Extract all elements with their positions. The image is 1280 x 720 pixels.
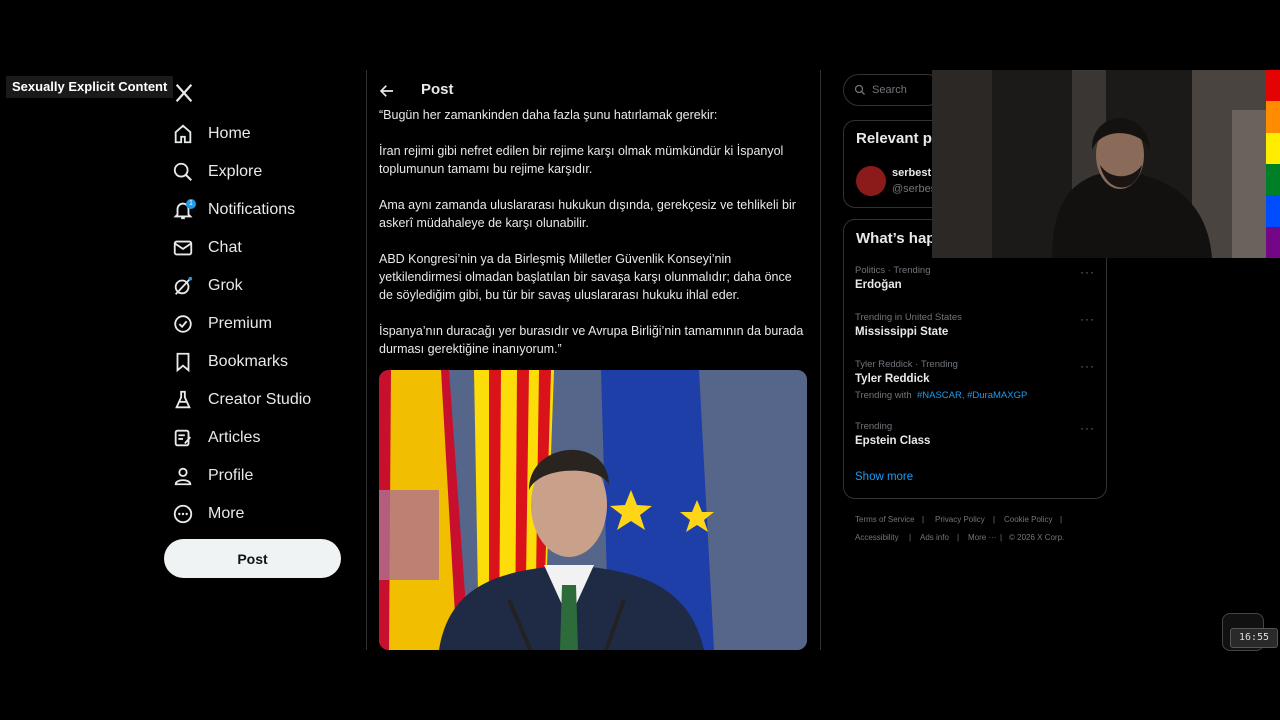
person-icon [174,467,192,486]
post-paragraph: Ama aynı zamanda uluslararası hukukun dı… [379,198,796,230]
post-paragraph: İspanya’nın duracağı yer burasıdır ve Av… [379,324,804,356]
post-paragraph: İran rejimi gibi nefret edilen bir rejim… [379,144,784,176]
bookmark-icon [176,352,190,373]
nav-label-bookmarks: Bookmarks [208,353,289,370]
trend-context: Tyler Reddick · Trending [855,359,958,370]
content-warning-label: Sexually Explicit Content [6,76,174,98]
rainbow-band [1266,70,1280,102]
rainbow-band [1266,163,1280,196]
trend-with-line: Trending with #NASCAR, #DuraMAXGP [855,390,1028,401]
post-paragraph: “Bugün her zamankinden daha fazla şunu h… [379,108,718,122]
post-button[interactable]: Post [164,539,341,578]
search-input[interactable]: Search [843,74,943,106]
footer-copyright: © 2026 X Corp. [1009,533,1065,542]
nav-label-articles: Articles [208,429,261,446]
footer-link-accessibility[interactable]: Accessibility [855,533,899,542]
footer-link-ads[interactable]: Ads info [920,533,949,542]
footer-separator: | [957,533,960,542]
search-icon [173,162,192,181]
rainbow-band [1266,132,1280,164]
bell-icon-wrap: 1 [172,199,196,221]
flask-icon [175,390,191,409]
nav-item-chat[interactable]: Chat [172,233,242,263]
nav-item-more[interactable]: More [172,499,244,529]
post-header-title: Post [421,81,454,98]
search-icon [854,84,865,95]
webcam-feed-illustration [932,70,1266,258]
trend-context: Trending [855,421,893,432]
rainbow-strip [1266,70,1280,258]
relevant-user-handle: @serbes [892,183,937,195]
show-more-link[interactable]: Show more [855,471,913,483]
nav-item-notifications[interactable]: 1 Notifications [172,195,295,225]
trend-hashtag[interactable]: #NASCAR [917,390,962,401]
trend-with-label: Trending with [855,390,912,401]
notification-badge: 1 [186,199,196,209]
nav-label-creator-studio: Creator Studio [208,391,312,408]
trend-name[interactable]: Erdoğan [855,279,902,291]
relevant-people-title: Relevant p [856,130,932,147]
nav-label-more: More [208,505,245,522]
video-frame-illustration [379,370,807,650]
rainbow-band [1266,226,1280,258]
more-circle-icon [173,504,193,524]
trend-more-icon[interactable]: ··· [1080,312,1095,326]
trend-hashtag[interactable]: #DuraMAXGP [967,390,1027,401]
trend-name[interactable]: Tyler Reddick [855,373,930,385]
article-icon [174,429,192,447]
verified-icon [174,315,192,333]
trend-name[interactable]: Mississippi State [855,326,948,338]
footer-separator: | [922,515,925,524]
trend-context: Politics · Trending [855,265,931,276]
nav-label-premium: Premium [208,315,273,332]
clock: 16:55 [1230,628,1278,648]
nav-item-profile[interactable]: Profile [172,461,253,491]
trend-more-icon[interactable]: ··· [1080,359,1095,373]
nav-item-bookmarks[interactable]: Bookmarks [172,347,288,377]
back-arrow-icon[interactable] [378,82,396,100]
post-text: “Bugün her zamankinden daha fazla şunu h… [379,106,804,376]
trend-more-icon[interactable]: ··· [1080,265,1095,279]
footer-separator: | [1060,515,1063,524]
nav-item-articles[interactable]: Articles [172,423,260,453]
trends-title: What’s hap [856,230,936,247]
nav-label-explore: Explore [208,163,263,180]
nav-label-notifications: Notifications [208,201,296,218]
footer-link-more[interactable]: More ··· [968,533,996,542]
trend-context: Trending in United States [855,312,962,323]
search-placeholder: Search [872,84,907,96]
nav-item-grok[interactable]: Grok [172,271,243,301]
nav-item-premium[interactable]: Premium [172,309,272,339]
trend-more-icon[interactable]: ··· [1080,421,1095,435]
webcam-overlay [932,70,1266,258]
nav-label-grok: Grok [208,277,243,294]
avatar[interactable] [856,166,886,196]
nav-label-profile: Profile [208,467,254,484]
nav-item-creator-studio[interactable]: Creator Studio [172,385,311,415]
rainbow-band [1266,101,1280,133]
rainbow-band [1266,195,1280,227]
nav-item-explore[interactable]: Explore [172,157,262,187]
home-icon [174,124,192,144]
footer-link-cookie[interactable]: Cookie Policy [1004,515,1052,524]
nav-label-home: Home [208,125,251,142]
mail-icon [173,240,193,256]
post-paragraph: ABD Kongresi’nin ya da Birleşmiş Milletl… [379,252,792,302]
relevant-user-name[interactable]: serbest [892,167,931,179]
grok-icon [174,276,193,295]
x-logo-icon[interactable] [173,82,195,104]
nav-item-home[interactable]: Home [172,119,251,149]
post-video[interactable] [379,370,807,650]
footer-link-privacy[interactable]: Privacy Policy [935,515,985,524]
footer-separator: | [1000,533,1003,542]
footer-separator: | [993,515,996,524]
footer-separator: | [909,533,912,542]
footer-link-terms[interactable]: Terms of Service [855,515,915,524]
nav-label-chat: Chat [208,239,242,256]
trend-name[interactable]: Epstein Class [855,435,930,447]
